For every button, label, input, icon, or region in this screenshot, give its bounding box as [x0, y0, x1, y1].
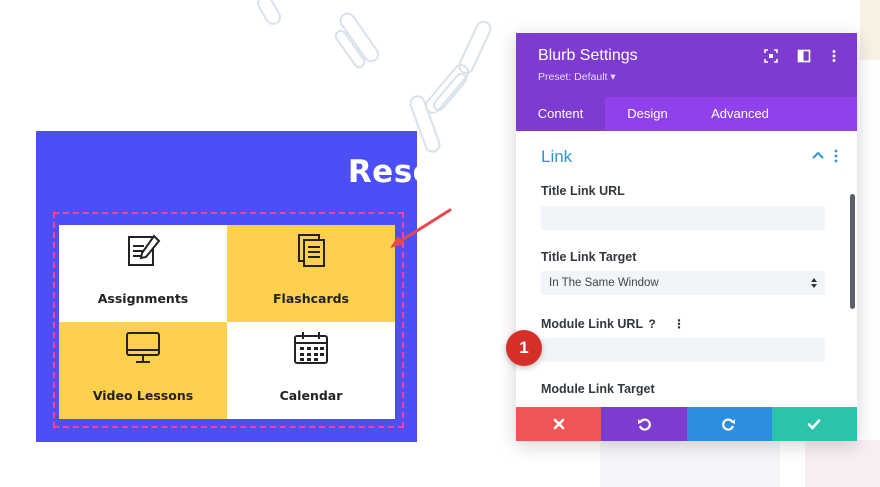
more-options-icon[interactable] — [827, 49, 841, 63]
redo-button[interactable] — [686, 407, 772, 441]
flashcards-icon — [298, 234, 325, 267]
resource-item-flashcards[interactable]: Flashcards — [227, 225, 395, 322]
close-icon — [553, 418, 564, 430]
split-view-icon[interactable] — [797, 49, 811, 63]
chevron-up-icon[interactable] — [812, 150, 824, 160]
panel-scrollbar[interactable] — [850, 194, 855, 309]
calendar-icon — [294, 332, 328, 364]
title-link-url-input[interactable] — [541, 206, 825, 230]
title-link-target-label: Title Link Target — [541, 250, 637, 264]
module-link-url-label: Module Link URL — [541, 317, 644, 331]
resource-item-calendar[interactable]: Calendar — [227, 322, 395, 419]
module-link-target-label: Module Link Target — [541, 382, 655, 396]
panel-footer — [516, 407, 857, 441]
resource-label: Flashcards — [273, 291, 349, 306]
expand-icon[interactable] — [764, 49, 778, 63]
undo-icon — [637, 418, 651, 431]
preset-dropdown[interactable]: Preset: Default ▾ — [538, 71, 616, 83]
title-link-url-label: Title Link URL — [541, 184, 625, 198]
panel-title: Blurb Settings — [538, 47, 638, 64]
tab-advanced[interactable]: Advanced — [690, 97, 790, 131]
resource-item-video-lessons[interactable]: Video Lessons — [59, 322, 227, 419]
resource-item-assignments[interactable]: Assignments — [59, 225, 227, 322]
resource-label: Calendar — [279, 388, 343, 403]
select-arrows-icon — [811, 278, 817, 288]
check-icon — [808, 419, 821, 430]
resource-label: Video Lessons — [92, 388, 194, 403]
discard-button[interactable] — [516, 407, 602, 441]
panel-header[interactable]: Blurb Settings Preset: Default ▾ — [516, 33, 857, 97]
tab-content[interactable]: Content — [516, 97, 605, 131]
blurb-settings-panel: Blurb Settings Preset: Default ▾ Content… — [516, 33, 857, 441]
tab-design[interactable]: Design — [605, 97, 690, 131]
undo-button[interactable] — [601, 407, 687, 441]
save-button[interactable] — [771, 407, 857, 441]
step-number-badge: 1 — [506, 330, 542, 366]
help-icon[interactable]: ? — [644, 316, 660, 332]
module-link-url-input[interactable] — [541, 338, 825, 362]
assignment-icon — [128, 234, 161, 266]
field-menu-icon[interactable]: ⋮ — [671, 316, 687, 332]
pointer-arrow — [390, 208, 452, 248]
title-link-target-select[interactable]: In The Same Window — [541, 271, 825, 295]
redo-icon — [722, 418, 736, 431]
section-title-link[interactable]: Link — [541, 147, 572, 167]
resources-grid: Assignments Flashcards Video Lessons Cal… — [59, 225, 395, 419]
resource-label: Assignments — [97, 291, 189, 306]
panel-tabs: Content Design Advanced — [516, 97, 857, 131]
monitor-icon — [126, 332, 160, 363]
section-menu-icon[interactable] — [834, 149, 838, 163]
select-value: In The Same Window — [549, 277, 659, 289]
